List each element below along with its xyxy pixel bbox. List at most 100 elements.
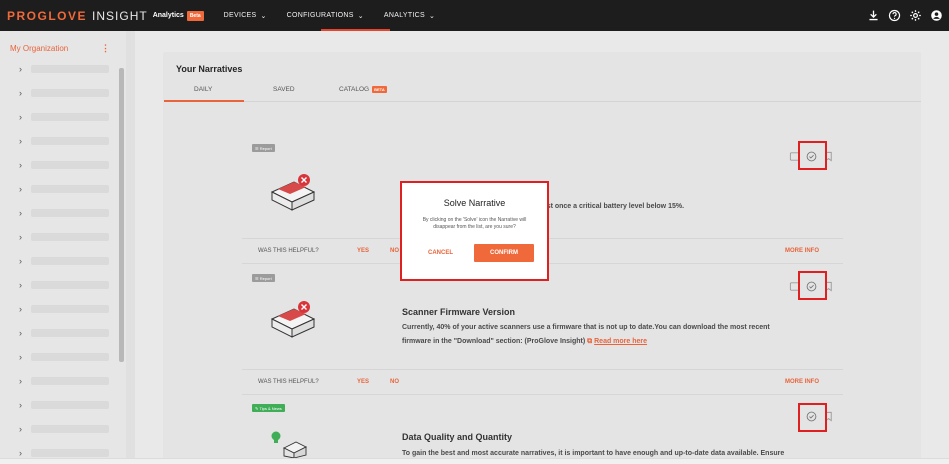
sidebar-item-label <box>31 329 109 337</box>
chevron-right-icon[interactable]: › <box>19 160 29 170</box>
sidebar-tree-item[interactable]: › <box>19 135 109 147</box>
chevron-right-icon[interactable]: › <box>19 328 29 338</box>
chevron-right-icon[interactable]: › <box>19 448 29 458</box>
feedback-question: WAS THIS HELPFUL? <box>258 379 319 385</box>
sidebar-tree-item[interactable]: › <box>19 63 109 75</box>
help-icon[interactable] <box>887 8 901 22</box>
settings-icon[interactable] <box>908 8 922 22</box>
account-icon[interactable] <box>929 8 943 22</box>
sidebar-tree-item[interactable]: › <box>19 87 109 99</box>
chevron-down-icon: ⌄ <box>260 12 267 20</box>
external-link-icon: ⧉ <box>587 338 593 345</box>
nav-configurations-label: CONFIGURATIONS <box>286 12 354 19</box>
sidebar-scrollbar[interactable] <box>119 68 124 362</box>
chevron-right-icon[interactable]: › <box>19 232 29 242</box>
beta-badge: BETA <box>372 86 387 93</box>
chevron-right-icon[interactable]: › <box>19 376 29 386</box>
feedback-no-button[interactable]: NO <box>390 379 399 385</box>
chevron-right-icon[interactable]: › <box>19 136 29 146</box>
nav-active-indicator <box>321 29 390 31</box>
sidebar-tree-item[interactable]: › <box>19 255 109 267</box>
sidebar-item-label <box>31 113 109 121</box>
chevron-right-icon[interactable]: › <box>19 256 29 266</box>
narrative-tabs: DAILY SAVED CATALOG BETA <box>164 82 921 102</box>
nav-devices[interactable]: DEVICES ⌄ <box>224 12 267 20</box>
sidebar-tree-item[interactable]: › <box>19 303 109 315</box>
chevron-right-icon[interactable]: › <box>19 184 29 194</box>
highlight-solve-1 <box>798 141 827 170</box>
tab-active-indicator <box>164 100 244 102</box>
nav-configurations[interactable]: CONFIGURATIONS ⌄ <box>287 12 364 20</box>
page-title: Your Narratives <box>176 64 243 74</box>
sidebar-tree-item[interactable]: › <box>19 327 109 339</box>
chevron-right-icon[interactable]: › <box>19 112 29 122</box>
nav-analytics[interactable]: ANALYTICS ⌄ <box>384 12 435 20</box>
main-nav: DEVICES ⌄ CONFIGURATIONS ⌄ ANALYTICS ⌄ <box>224 12 456 20</box>
chevron-right-icon[interactable]: › <box>19 424 29 434</box>
highlight-solve-3 <box>798 403 827 432</box>
more-info-button[interactable]: MORE INFO <box>785 248 819 254</box>
solve-narrative-dialog: Solve Narrative By clicking on the 'Solv… <box>400 181 549 281</box>
chevron-right-icon[interactable]: › <box>19 280 29 290</box>
nav-analytics-label: ANALYTICS <box>383 12 426 19</box>
tab-daily-label: DAILY <box>194 86 213 93</box>
brand-analytics: Analytics <box>152 12 184 19</box>
chevron-down-icon: ⌄ <box>357 12 364 20</box>
sidebar-item-label <box>31 65 109 73</box>
sidebar-item-label <box>31 449 109 457</box>
sidebar-tree-item[interactable]: › <box>19 351 109 363</box>
brand-proglove: PROGLOVE <box>7 8 88 23</box>
cancel-button[interactable]: CANCEL <box>428 250 453 256</box>
feedback-no-button[interactable]: NO <box>390 248 399 254</box>
sidebar-item-label <box>31 425 109 433</box>
sidebar-item-label <box>31 233 109 241</box>
chevron-right-icon[interactable]: › <box>19 64 29 74</box>
chevron-right-icon[interactable]: › <box>19 208 29 218</box>
brand-logo[interactable]: PROGLOVE INSIGHT Analytics Beta <box>7 9 204 23</box>
beta-badge: Beta <box>186 10 204 21</box>
narrative-card-data-quality: ✎ Tips & News Data Quality and Quantity … <box>242 396 843 458</box>
sidebar-tree-item[interactable]: › <box>19 375 109 387</box>
narrative-card-firmware: ☰ Report Scanner Firmware Version Curren… <box>242 265 843 395</box>
sidebar-item-label <box>31 209 109 217</box>
organization-header: My Organization ⋮ <box>10 43 110 54</box>
brand-insight: INSIGHT <box>92 8 148 23</box>
card-description-line-1: Currently, 40% of your active scanners u… <box>402 324 770 331</box>
tab-catalog[interactable]: CATALOG BETA <box>339 86 387 93</box>
nav-devices-label: DEVICES <box>223 12 257 19</box>
tips-illustration <box>271 431 308 458</box>
chevron-right-icon[interactable]: › <box>19 352 29 362</box>
more-info-button[interactable]: MORE INFO <box>785 379 819 385</box>
sidebar-item-label <box>31 185 109 193</box>
read-more-link[interactable]: Read more here <box>594 338 647 345</box>
sidebar-tree-item[interactable]: › <box>19 207 109 219</box>
sidebar-tree-item[interactable]: › <box>19 231 109 243</box>
tab-catalog-label: CATALOG <box>339 86 370 93</box>
scanner-error-illustration <box>270 301 316 338</box>
bottom-strip <box>0 458 949 464</box>
feedback-question: WAS THIS HELPFUL? <box>258 248 319 254</box>
feedback-yes-button[interactable]: YES <box>357 248 369 254</box>
chevron-right-icon[interactable]: › <box>19 400 29 410</box>
more-vert-icon[interactable]: ⋮ <box>101 43 110 54</box>
confirm-button[interactable]: CONFIRM <box>474 244 534 262</box>
top-navigation-bar: PROGLOVE INSIGHT Analytics Beta DEVICES … <box>0 0 949 31</box>
sidebar-tree-item[interactable]: › <box>19 111 109 123</box>
chevron-right-icon[interactable]: › <box>19 88 29 98</box>
sidebar-item-label <box>31 257 109 265</box>
tab-daily[interactable]: DAILY <box>194 86 212 93</box>
sidebar-divider <box>126 31 135 464</box>
dialog-message: By clicking on the 'Solve' icon the Narr… <box>422 217 527 230</box>
chevron-right-icon[interactable]: › <box>19 304 29 314</box>
feedback-yes-button[interactable]: YES <box>357 379 369 385</box>
sidebar-tree-item[interactable]: › <box>19 279 109 291</box>
sidebar-tree-item[interactable]: › <box>19 399 109 411</box>
sidebar-tree-item[interactable]: › <box>19 183 109 195</box>
organization-title[interactable]: My Organization <box>10 44 68 53</box>
sidebar-tree-item[interactable]: › <box>19 423 109 435</box>
tab-saved[interactable]: SAVED <box>273 86 295 93</box>
download-icon[interactable] <box>866 8 880 22</box>
sidebar-item-label <box>31 137 109 145</box>
sidebar-tree-item[interactable]: › <box>19 159 109 171</box>
card-description-line-2: firmware in the "Download" section: (Pro… <box>402 335 832 349</box>
